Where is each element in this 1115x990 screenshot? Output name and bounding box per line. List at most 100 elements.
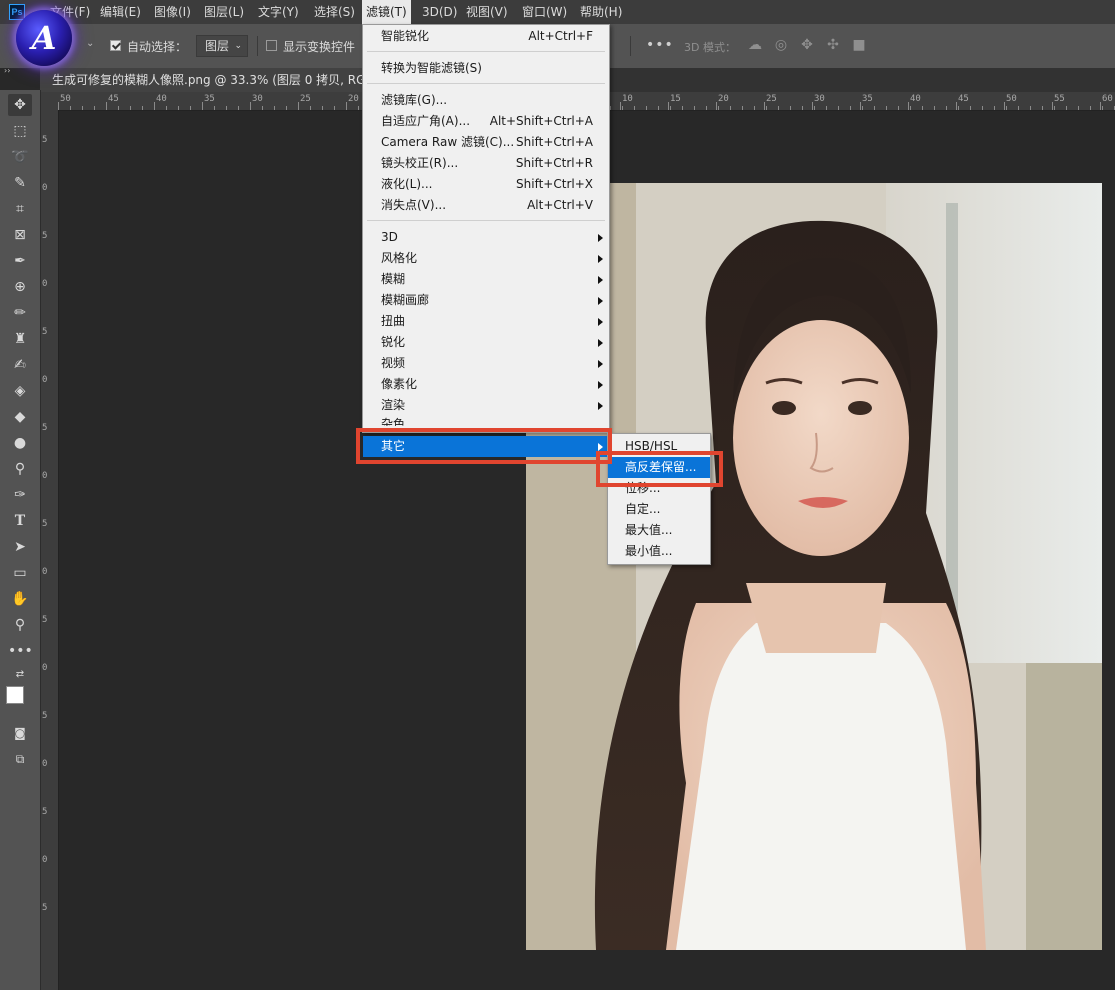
eraser-tool-icon[interactable]: ◈ bbox=[8, 380, 32, 402]
menu-item-camera-raw[interactable]: Camera Raw 滤镜(C)... Shift+Ctrl+A bbox=[363, 132, 609, 153]
pen-tool-icon[interactable]: ✑ bbox=[8, 484, 32, 506]
menu-view[interactable]: 视图(V) bbox=[462, 0, 512, 24]
submenu-item-minimum[interactable]: 最小值... bbox=[608, 541, 710, 562]
blur-tool-icon[interactable]: ● bbox=[8, 432, 32, 454]
menu-item-convert-smart-filters[interactable]: 转换为智能滤镜(S) bbox=[363, 58, 609, 79]
menu-item-smart-sharpen[interactable]: 智能锐化 Alt+Ctrl+F bbox=[363, 26, 609, 47]
ruler-label: 5 bbox=[42, 327, 48, 337]
menu-filter[interactable]: 滤镜(T) bbox=[362, 0, 411, 24]
3d-pan-icon[interactable]: ✥ bbox=[798, 36, 816, 54]
menu-item-noise[interactable]: 杂色 bbox=[363, 414, 609, 426]
canvas-image-portrait[interactable] bbox=[526, 183, 1102, 950]
ruler-label: 5 bbox=[42, 231, 48, 241]
rectangle-tool-icon[interactable]: ▭ bbox=[8, 562, 32, 584]
ruler-minor-tick bbox=[958, 106, 959, 110]
3d-slide-icon[interactable]: ✣ bbox=[824, 36, 842, 54]
menu-item-stylize[interactable]: 风格化 bbox=[363, 248, 609, 269]
submenu-arrow-icon bbox=[598, 318, 603, 326]
ruler-minor-tick bbox=[190, 106, 191, 110]
menu-type[interactable]: 文字(Y) bbox=[254, 0, 303, 24]
menu-item-render[interactable]: 渲染 bbox=[363, 395, 609, 416]
quick-select-tool-icon[interactable]: ✎ bbox=[8, 172, 32, 194]
zoom-tool-icon[interactable]: ⚲ bbox=[8, 614, 32, 636]
submenu-item-maximum[interactable]: 最大值... bbox=[608, 520, 710, 541]
submenu-arrow-icon bbox=[598, 255, 603, 263]
paint-bucket-tool-icon[interactable]: ◆ bbox=[8, 406, 32, 428]
chevron-down-icon: ⌄ bbox=[234, 41, 242, 51]
foreground-color-swatch[interactable] bbox=[6, 686, 24, 704]
ruler-minor-tick bbox=[1090, 106, 1091, 110]
ruler-minor-tick bbox=[850, 106, 851, 110]
ruler-label: 10 bbox=[622, 94, 633, 104]
stamp-tool-icon[interactable]: ♜ bbox=[8, 328, 32, 350]
ruler-label: 20 bbox=[718, 94, 729, 104]
3d-roll-icon[interactable]: ◎ bbox=[772, 36, 790, 54]
auto-select-checkbox[interactable] bbox=[110, 40, 121, 51]
ruler-minor-tick bbox=[634, 106, 635, 110]
crop-tool-icon[interactable]: ⌗ bbox=[8, 198, 32, 220]
submenu-arrow-icon bbox=[598, 381, 603, 389]
3d-orbit-icon[interactable]: ☁ bbox=[746, 36, 764, 54]
brush-tool-icon[interactable]: ✏ bbox=[8, 302, 32, 324]
menu-edit[interactable]: 编辑(E) bbox=[96, 0, 145, 24]
healing-brush-tool-icon[interactable]: ⊕ bbox=[8, 276, 32, 298]
menu-help[interactable]: 帮助(H) bbox=[576, 0, 626, 24]
move-tool-icon[interactable]: ✥ bbox=[8, 94, 32, 116]
menu-item-vanishing-point[interactable]: 消失点(V)... Alt+Ctrl+V bbox=[363, 195, 609, 216]
collapse-arrows-icon[interactable]: ›› bbox=[4, 66, 10, 75]
document-tab[interactable]: 生成可修复的模糊人像照.png @ 33.3% (图层 0 拷贝, RGB bbox=[40, 68, 384, 92]
menu-3d[interactable]: 3D(D) bbox=[418, 0, 461, 24]
menu-item-video[interactable]: 视频 bbox=[363, 353, 609, 374]
swap-colors-icon[interactable]: ⇄ bbox=[8, 664, 32, 686]
menu-window[interactable]: 窗口(W) bbox=[518, 0, 571, 24]
ruler-tick bbox=[620, 102, 621, 110]
auto-select-target-dropdown[interactable]: 图层 ⌄ bbox=[196, 35, 248, 57]
history-brush-tool-icon[interactable]: ✍ bbox=[8, 354, 32, 376]
menu-item-adaptive-wide-angle[interactable]: 自适应广角(A)... Alt+Shift+Ctrl+A bbox=[363, 111, 609, 132]
menu-item-lens-correction[interactable]: 镜头校正(R)... Shift+Ctrl+R bbox=[363, 153, 609, 174]
hand-tool-icon[interactable]: ✋ bbox=[8, 588, 32, 610]
lasso-tool-icon[interactable]: ➰ bbox=[8, 146, 32, 168]
menu-item-blur[interactable]: 模糊 bbox=[363, 269, 609, 290]
ruler-minor-tick bbox=[166, 106, 167, 110]
menu-item-filter-gallery[interactable]: 滤镜库(G)... bbox=[363, 90, 609, 111]
menu-layer[interactable]: 图层(L) bbox=[200, 0, 248, 24]
ruler-label: 15 bbox=[670, 94, 681, 104]
tools-panel: ✥ ⬚ ➰ ✎ ⌗ ⊠ ✒ ⊕ ✏ ♜ ✍ ◈ ◆ ● ⚲ ✑ T ➤ ▭ ✋ … bbox=[0, 90, 41, 990]
ruler-label: 5 bbox=[42, 711, 48, 721]
ruler-minor-tick bbox=[694, 106, 695, 110]
color-swatches[interactable] bbox=[6, 686, 36, 716]
ruler-minor-tick bbox=[118, 106, 119, 110]
dodge-tool-icon[interactable]: ⚲ bbox=[8, 458, 32, 480]
3d-scale-icon[interactable]: ■ bbox=[850, 36, 868, 54]
ruler-minor-tick bbox=[142, 106, 143, 110]
quick-mask-icon[interactable]: ◙ bbox=[8, 722, 32, 744]
screen-mode-icon[interactable]: ⧉ bbox=[8, 748, 32, 770]
ruler-minor-tick bbox=[1054, 106, 1055, 110]
frame-tool-icon[interactable]: ⊠ bbox=[8, 224, 32, 246]
menu-item-blur-gallery[interactable]: 模糊画廊 bbox=[363, 290, 609, 311]
menu-item-sharpen[interactable]: 锐化 bbox=[363, 332, 609, 353]
marquee-tool-icon[interactable]: ⬚ bbox=[8, 120, 32, 142]
ruler-tick bbox=[860, 102, 861, 110]
menu-item-pixelate[interactable]: 像素化 bbox=[363, 374, 609, 395]
ruler-minor-tick bbox=[790, 106, 791, 110]
submenu-item-custom[interactable]: 自定... bbox=[608, 499, 710, 520]
menu-item-3d[interactable]: 3D bbox=[363, 227, 609, 248]
ruler-minor-tick bbox=[178, 106, 179, 110]
more-options-icon[interactable]: ••• bbox=[646, 37, 674, 53]
menu-item-distort[interactable]: 扭曲 bbox=[363, 311, 609, 332]
edit-toolbar-icon[interactable]: ••• bbox=[8, 640, 33, 662]
vertical-ruler[interactable]: 5 0 5 0 5 0 5 0 5 0 5 0 5 0 5 0 5 bbox=[40, 110, 59, 990]
menu-select[interactable]: 选择(S) bbox=[310, 0, 359, 24]
path-select-tool-icon[interactable]: ➤ bbox=[8, 536, 32, 558]
menu-item-liquify[interactable]: 液化(L)... Shift+Ctrl+X bbox=[363, 174, 609, 195]
type-tool-icon[interactable]: T bbox=[8, 510, 32, 532]
show-transform-checkbox[interactable] bbox=[266, 40, 277, 51]
ruler-label: 30 bbox=[814, 94, 825, 104]
ruler-tick bbox=[1100, 102, 1101, 110]
eyedropper-tool-icon[interactable]: ✒ bbox=[8, 250, 32, 272]
menu-image[interactable]: 图像(I) bbox=[150, 0, 195, 24]
tool-preset-chevron-icon[interactable]: ⌄ bbox=[86, 38, 94, 49]
ruler-minor-tick bbox=[754, 106, 755, 110]
